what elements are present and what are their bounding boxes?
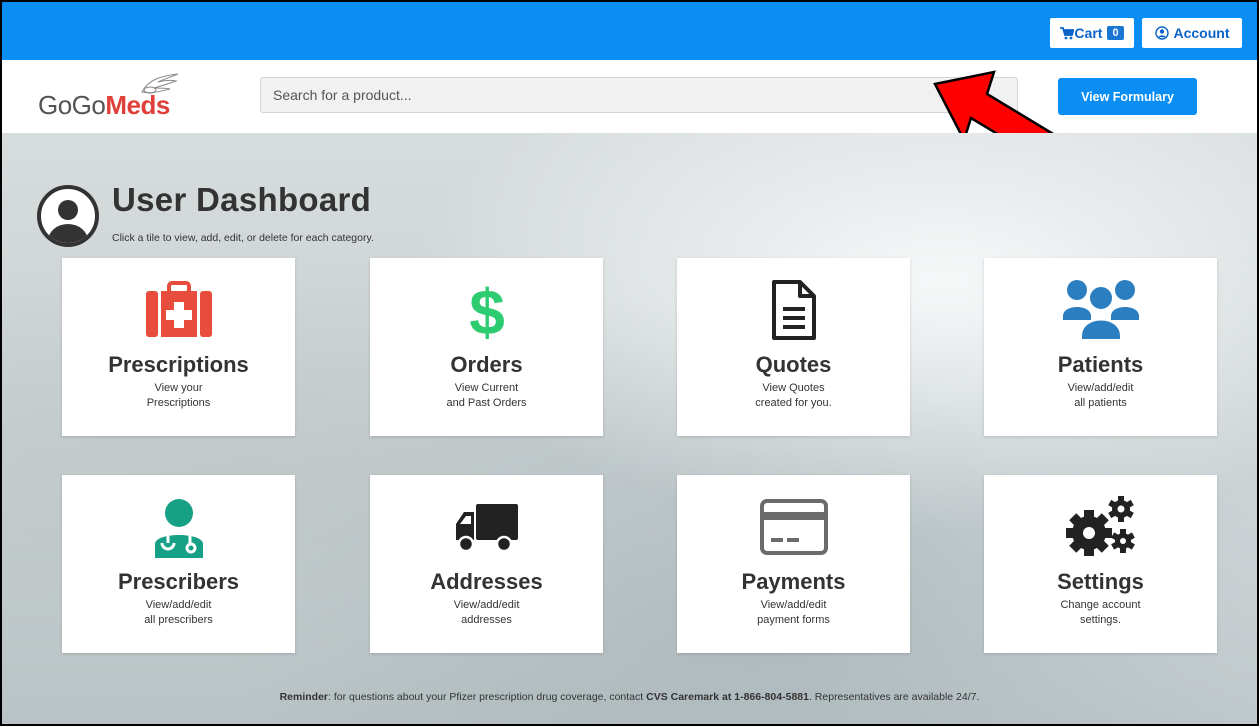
tile-desc-line1: View/add/edit [760,599,827,611]
tile-desc-line1: View/add/edit [453,599,520,611]
cart-icon [1060,26,1075,39]
gears-icon [1065,496,1135,556]
tile-desc-line2: Prescriptions [146,397,211,409]
tile-title: Quotes [755,352,832,377]
credit-card-icon [759,499,828,555]
reminder-label: Reminder [279,691,329,703]
tile-desc-line2: all patients [1074,397,1127,409]
tile-desc-line2: all prescribers [144,614,213,626]
doctor-icon [154,499,203,558]
user-circle-icon [1154,26,1169,40]
truck-icon [455,504,518,553]
tile-title: Addresses [430,569,543,594]
tile-quotes[interactable]: Quotes View Quotes created for you. [677,258,910,436]
cart-count-badge: 0 [1107,26,1124,40]
tile-title: Prescribers [117,569,240,594]
dashboard-area: User Dashboard Click a tile to view, add… [2,133,1257,724]
page-subtitle: Click a tile to view, add, edit, or dele… [112,232,374,244]
account-label: Account [1173,25,1230,41]
reminder-contact: CVS Caremark at 1-866-804-5881 [646,691,809,703]
tile-title: Payments [741,569,846,594]
page-title: User Dashboard [112,181,372,218]
pill-wings-icon [141,73,179,94]
tile-desc-line1: View Current [454,382,519,394]
first-aid-kit-icon [145,281,212,337]
tile-description: View/add/edit all patients [1014,381,1187,411]
tile-settings[interactable]: Settings Change account settings. [984,475,1217,653]
tile-patients[interactable]: Patients View/add/edit all patients [984,258,1217,436]
account-button[interactable]: Account [1142,18,1242,48]
users-icon [1062,280,1139,341]
tile-orders[interactable]: $ Orders View Current and Past Orders [370,258,603,436]
dollar-icon: $ [469,278,505,342]
tile-desc-line1: View/add/edit [1067,382,1134,394]
reminder-text-end: . Representatives are available 24/7. [808,691,980,703]
tile-description: View Current and Past Orders [400,381,573,411]
search-input[interactable] [260,77,1018,113]
reminder-footer: Reminder: for questions about your Pfize… [2,691,1257,703]
tile-title: Patients [1057,352,1144,377]
reminder-text: : for questions about your Pfizer prescr… [328,691,647,703]
tile-payments[interactable]: Payments View/add/edit payment forms [677,475,910,653]
tile-title: Prescriptions [108,352,249,377]
tile-description: View your Prescriptions [92,381,265,411]
tile-description: View Quotes created for you. [707,381,880,411]
tile-title: Orders [450,352,523,377]
tile-desc-line2: payment forms [757,614,830,626]
tile-desc-line1: View Quotes [762,382,825,394]
tile-description: View/add/edit payment forms [707,598,880,628]
browser-page: Cart 0 Account GoGoMeds View Formulary [0,0,1259,726]
gogomeds-logo[interactable]: GoGoMeds [38,72,198,122]
tile-addresses[interactable]: Addresses View/add/edit addresses [370,475,603,653]
tile-desc-line1: View your [154,382,203,394]
tile-title: Settings [1057,569,1144,594]
top-bar: Cart 0 Account [2,2,1257,60]
tile-desc-line2: settings. [1080,614,1121,626]
tile-desc-line2: addresses [461,614,512,626]
logo-text-gogo: GoGo [38,90,106,120]
tile-prescribers[interactable]: Prescribers View/add/edit all prescriber… [62,475,295,653]
tile-desc-line1: Change account [1060,599,1141,611]
tile-description: Change account settings. [1014,598,1187,628]
cart-label: Cart [1074,25,1103,41]
tile-desc-line1: View/add/edit [145,599,212,611]
svg-text:$: $ [469,278,505,342]
tile-desc-line2: created for you. [755,397,832,409]
cart-button[interactable]: Cart 0 [1050,18,1134,48]
tile-desc-line2: and Past Orders [446,397,527,409]
tile-prescriptions[interactable]: Prescriptions View your Prescriptions [62,258,295,436]
tile-description: View/add/edit addresses [400,598,573,628]
document-icon [771,280,816,340]
user-avatar-icon [37,185,99,247]
tile-description: View/add/edit all prescribers [92,598,265,628]
